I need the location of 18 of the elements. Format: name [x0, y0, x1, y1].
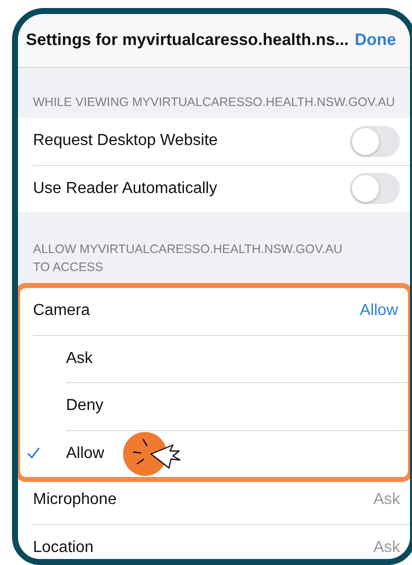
done-button[interactable]: Done [354, 31, 396, 50]
option-row[interactable]: Ask [66, 336, 408, 383]
toggle-switch[interactable] [350, 126, 400, 157]
permission-label: Location [33, 538, 94, 557]
option-row[interactable]: Deny [66, 383, 408, 430]
permission-label: Microphone [33, 491, 117, 510]
setting-label: Use Reader Automatically [33, 180, 218, 198]
permission-value[interactable]: Ask [373, 538, 400, 557]
toggle-switch[interactable] [350, 173, 400, 204]
option-row[interactable]: Allow [66, 430, 408, 477]
section-heading: WHILE VIEWING MYVIRTUALCARESSO.HEALTH.NSW.GOV.AU [32, 94, 396, 111]
checkmark-icon [27, 446, 40, 458]
setting-label: Request Desktop Website [33, 132, 218, 150]
permission-value[interactable]: Allow [360, 302, 398, 320]
section-heading: ALLOW MYVIRTUALCARESSO.HEALTH.NSW.GOV.AU TO ACCESS [32, 241, 344, 276]
header-title: Settings for myvirtualcaresso.health.ns... [26, 31, 349, 50]
permission-label: Camera [33, 302, 90, 320]
permission-value[interactable]: Ask [373, 491, 400, 510]
